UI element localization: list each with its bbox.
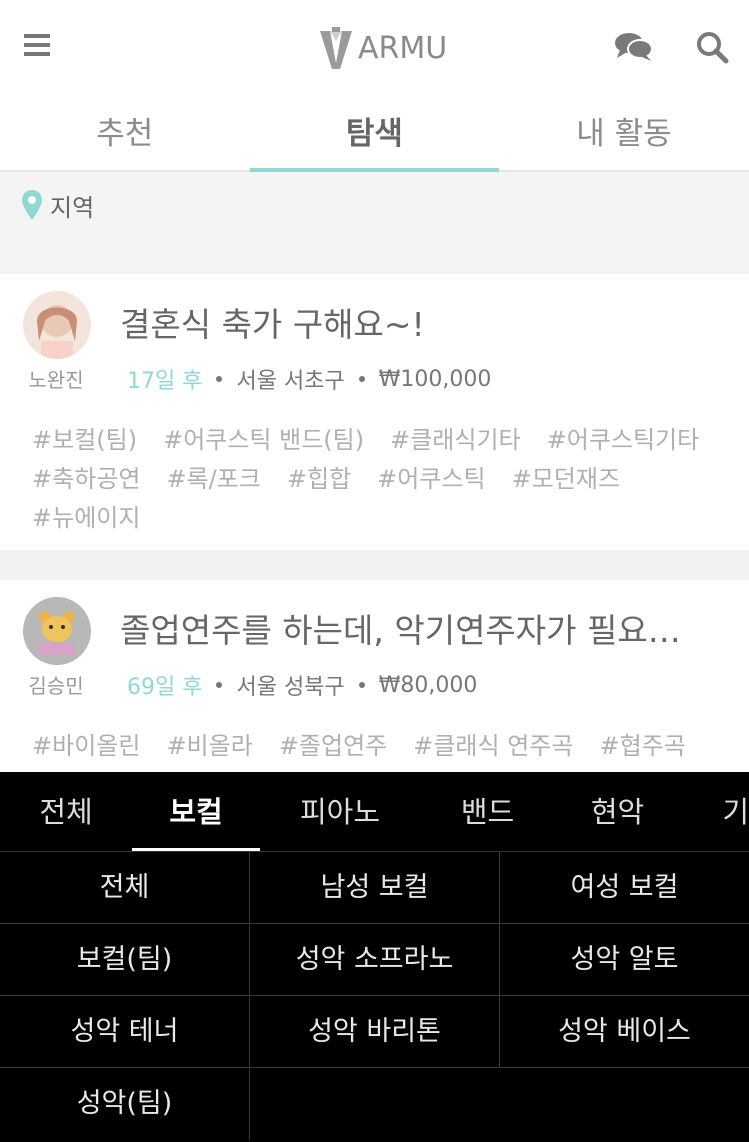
separator-dot <box>216 376 223 382</box>
tag[interactable]: #졸업연주 <box>279 732 387 760</box>
post-price: ₩100,000 <box>378 366 492 392</box>
top-header: ARMU <box>0 0 749 96</box>
menu-icon[interactable] <box>24 34 52 58</box>
post-tags: #바이올린 #비올라 #졸업연주 #클래식 연주곡 #협주곡 <box>32 727 732 766</box>
username: 김승민 <box>28 674 84 698</box>
category-panel: 전체 보컬 피아노 밴드 현악 기 전체 남성 보컬 여성 보컬 보컬(팀) 성… <box>0 772 749 1142</box>
post-price: ₩80,000 <box>378 672 478 698</box>
tag[interactable]: #클래식기타 <box>390 426 521 454</box>
subcategory-item[interactable]: 여성 보컬 <box>500 852 749 924</box>
category-tab-strings[interactable]: 현악 <box>555 772 680 851</box>
post-title[interactable]: 졸업연주를 하는데, 악기연주자가 필요… <box>120 604 681 652</box>
post-title[interactable]: 결혼식 축가 구해요~! <box>120 298 425 346</box>
main-tabs: 추천 탐색 내 활동 <box>0 96 749 172</box>
tag[interactable]: #힙합 <box>287 465 351 493</box>
post-days: 17일 후 <box>127 369 203 394</box>
tag[interactable]: #비올라 <box>166 732 252 760</box>
subcategory-item[interactable]: 성악 소프라노 <box>250 924 500 996</box>
region-filter-label[interactable]: 지역 <box>50 188 94 223</box>
username: 노완진 <box>28 368 84 392</box>
category-tab-vocal[interactable]: 보컬 <box>132 772 260 851</box>
category-tabs: 전체 보컬 피아노 밴드 현악 기 <box>0 772 749 852</box>
post-location: 서울 서초구 <box>236 369 345 394</box>
tag[interactable]: #뉴에이지 <box>32 504 140 532</box>
category-tab-band[interactable]: 밴드 <box>420 772 555 851</box>
subcategory-item[interactable]: 성악 바리톤 <box>250 996 500 1068</box>
tag[interactable]: #클래식 연주곡 <box>413 732 573 760</box>
subcategory-item[interactable]: 성악 테너 <box>0 996 250 1068</box>
tag[interactable]: #모던재즈 <box>512 465 620 493</box>
post-tags: #보컬(팀) #어쿠스틱 밴드(팀) #클래식기타 #어쿠스틱기타 #축하공연 #록/포… <box>32 421 732 538</box>
avatar[interactable] <box>23 291 91 359</box>
tag[interactable]: #어쿠스틱기타 <box>547 426 700 454</box>
user-photo-icon <box>23 291 91 359</box>
subcategory-item[interactable]: 성악(팀) <box>0 1068 250 1140</box>
post-meta: 17일 후 서울 서초구 ₩100,000 <box>127 363 491 395</box>
chat-icon[interactable] <box>614 30 654 64</box>
separator-dot <box>358 376 365 382</box>
logo-text: ARMU <box>358 30 448 66</box>
separator-dot <box>358 682 365 688</box>
tag[interactable]: #바이올린 <box>32 732 140 760</box>
post-card[interactable]: 김승민 졸업연주를 하는데, 악기연주자가 필요… 69일 후 서울 성북구 ₩… <box>0 580 749 780</box>
tag[interactable]: #어쿠스틱 <box>377 465 485 493</box>
category-tab-more[interactable]: 기 <box>680 772 749 851</box>
tag[interactable]: #보컬(팀) <box>32 426 137 454</box>
tag[interactable]: #어쿠스틱 밴드(팀) <box>163 426 364 454</box>
avatar[interactable] <box>23 597 91 665</box>
tab-recommend[interactable]: 추천 <box>0 96 250 170</box>
subcategory-item[interactable]: 전체 <box>0 852 250 924</box>
pin-icon[interactable] <box>22 190 42 220</box>
search-icon[interactable] <box>695 30 729 64</box>
post-card[interactable]: 노완진 결혼식 축가 구해요~! 17일 후 서울 서초구 ₩100,000 #… <box>0 274 749 550</box>
post-location: 서울 성북구 <box>236 675 345 700</box>
tag[interactable]: #협주곡 <box>599 732 685 760</box>
tab-explore[interactable]: 탐색 <box>249 96 500 172</box>
post-days: 69일 후 <box>127 675 203 700</box>
subcategory-item[interactable]: 성악 베이스 <box>500 996 749 1068</box>
category-tab-piano[interactable]: 피아노 <box>260 772 420 851</box>
armu-logo-icon <box>320 27 352 69</box>
bear-character-icon <box>23 597 91 665</box>
separator-dot <box>216 682 223 688</box>
category-tab-all[interactable]: 전체 <box>0 772 132 851</box>
logo[interactable]: ARMU <box>318 22 447 74</box>
tab-my-activity[interactable]: 내 활동 <box>499 96 749 170</box>
tag[interactable]: #록/포크 <box>166 465 260 493</box>
subcategory-item[interactable]: 보컬(팀) <box>0 924 250 996</box>
tag[interactable]: #축하공연 <box>32 465 140 493</box>
post-meta: 69일 후 서울 성북구 ₩80,000 <box>127 669 477 701</box>
subcategory-item[interactable]: 성악 알토 <box>500 924 749 996</box>
subcategory-item[interactable]: 남성 보컬 <box>250 852 500 924</box>
region-filter-bar <box>0 172 749 272</box>
